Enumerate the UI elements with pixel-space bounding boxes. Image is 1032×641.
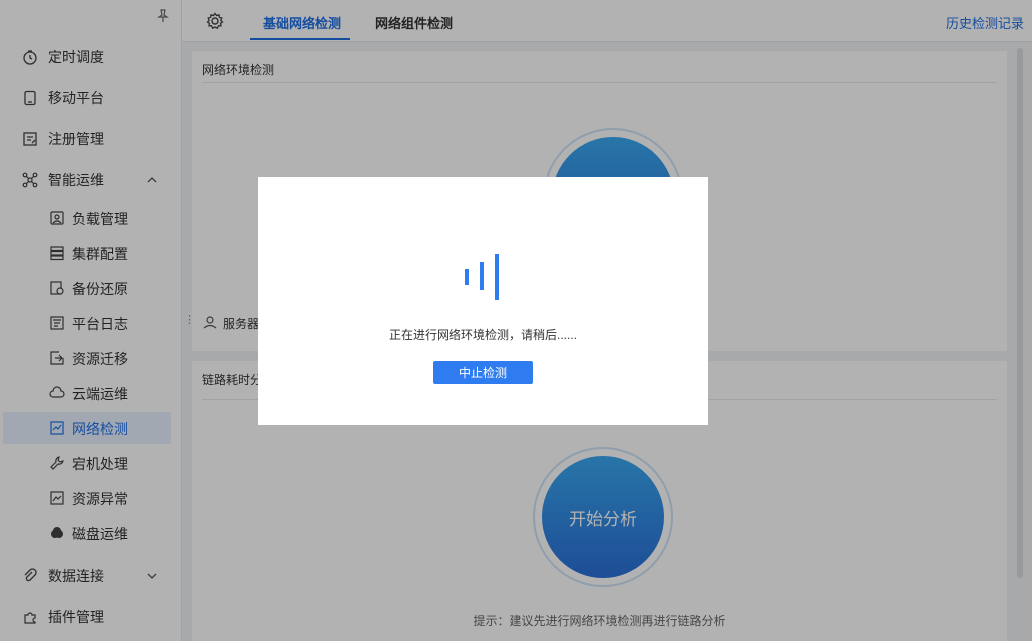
- stop-detection-button[interactable]: 中止检测: [433, 361, 533, 384]
- detection-modal: 正在进行网络环境检测，请稍后...... 中止检测: [258, 177, 708, 425]
- loading-bars-icon: [465, 254, 499, 300]
- modal-message: 正在进行网络环境检测，请稍后......: [388, 328, 577, 342]
